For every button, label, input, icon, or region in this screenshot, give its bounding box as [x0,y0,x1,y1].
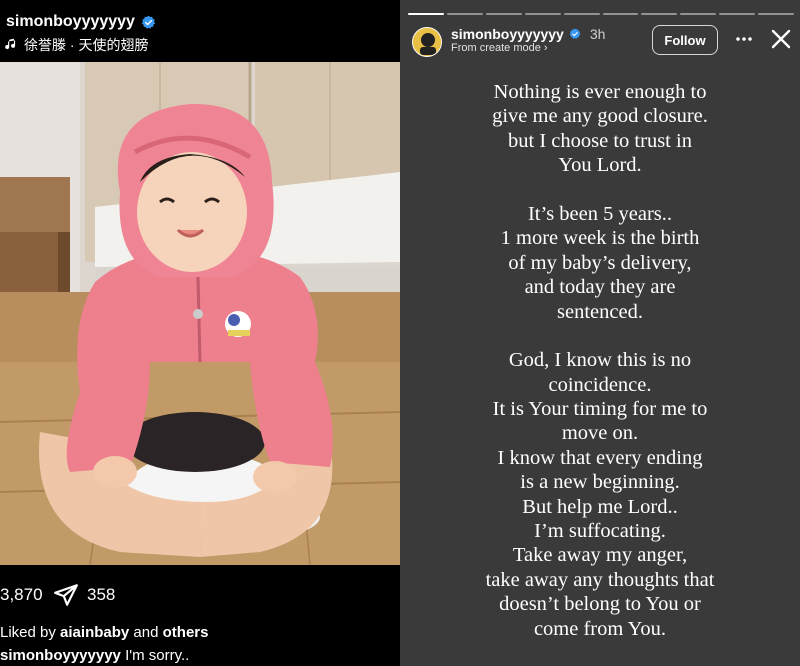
child-photo-image [0,62,400,565]
post-photo[interactable] [0,62,400,565]
post-song-title: 徐誉滕 · 天使的翅膀 [24,37,149,53]
story-text: Nothing is ever enough to give me any goo… [400,80,800,641]
story-text-line [400,324,800,348]
story-text-line: It is Your timing for me to [492,398,708,421]
feed-post: simonboyyyyyyy 徐誉滕 · 天使的翅膀 3,870 358 Lik… [0,0,400,666]
story-text-line: take away any thoughts that [485,568,715,591]
caption-username-link[interactable]: simonboyyyyyyy [0,647,121,664]
liked-by-user-link[interactable]: aiainbaby [60,624,129,641]
story-progress-segment [641,13,678,15]
story-text-line: give me any good closure. [492,105,708,128]
story-create-mode-link[interactable]: From create mode › [451,42,548,54]
story-progress-segment [719,13,756,15]
verified-badge-icon [141,15,156,29]
story-text-line: move on. [561,422,639,445]
story-text-line: I know that every ending [497,446,703,469]
liked-by-and: and [129,624,163,641]
avatar-image [413,28,441,56]
verified-badge-icon [569,28,581,39]
story-text-line: come from You. [533,617,667,640]
send-icon[interactable] [53,582,79,608]
story-text-line: doesn’t belong to You or [499,593,701,616]
story-progress-segment [758,13,795,15]
story-text-line: Take away my anger, [512,544,688,567]
post-actions: 3,870 358 Liked by aiainbaby and others … [0,565,400,666]
post-author[interactable]: simonboyyyyyyy [6,13,156,31]
story-progress-segment [680,13,717,15]
story-text-line: is a new beginning. [520,471,680,494]
music-note-icon [5,38,16,50]
story-progress-segment [602,13,639,15]
story-text-line: You Lord. [558,154,642,177]
post-audio[interactable]: 徐誉滕 · 天使的翅膀 [4,35,148,55]
more-horizontal-icon[interactable] [734,29,754,49]
story-viewer: simonboyyyyyyy 3h From create mode › Fol… [400,0,800,666]
story-progress-segment [446,13,483,15]
story-text-line: 1 more week is the birth [500,227,700,250]
shares-count: 358 [87,585,116,604]
likes-count[interactable]: 3,870 [0,585,43,605]
post-caption: simonboyyyyyyy I'm sorry.. [0,647,189,664]
liked-by-others-link[interactable]: others [163,624,209,641]
story-progress-segment [563,13,600,15]
story-progress-segment [485,13,522,15]
story-progress-segment [408,13,444,15]
story-text-line [400,178,800,202]
story-text-line: I’m suffocating. [534,520,666,543]
story-progress-segment [524,13,561,15]
follow-button[interactable]: Follow [652,25,718,55]
story-text-line: But help me Lord.. [522,495,678,518]
story-text-line: Nothing is ever enough to [493,81,707,103]
story-timestamp: 3h [589,26,606,42]
liked-by-prefix: Liked by [0,624,61,641]
story-text-line: of my baby’s delivery, [508,251,692,274]
close-icon[interactable] [769,27,793,51]
story-text-line: It’s been 5 years.. [527,202,673,225]
post-username[interactable]: simonboyyyyyyy [6,13,135,31]
story-text-line: coincidence. [548,373,652,396]
caption-text: I'm sorry.. [120,647,190,664]
story-text-line: sentenced. [557,300,643,323]
story-text-line: but I choose to trust in [508,129,692,152]
story-progress-bar [408,13,795,16]
avatar[interactable] [412,27,442,57]
post-header: simonboyyyyyyy 徐誉滕 · 天使的翅膀 [0,0,400,62]
liked-by-text[interactable]: Liked by aiainbaby and others [0,624,208,641]
story-text-line: God, I know this is no [508,349,692,372]
story-text-line: and today they are [524,276,676,299]
story-author[interactable]: simonboyyyyyyy 3h [451,26,605,42]
story-username[interactable]: simonboyyyyyyy [451,26,564,42]
